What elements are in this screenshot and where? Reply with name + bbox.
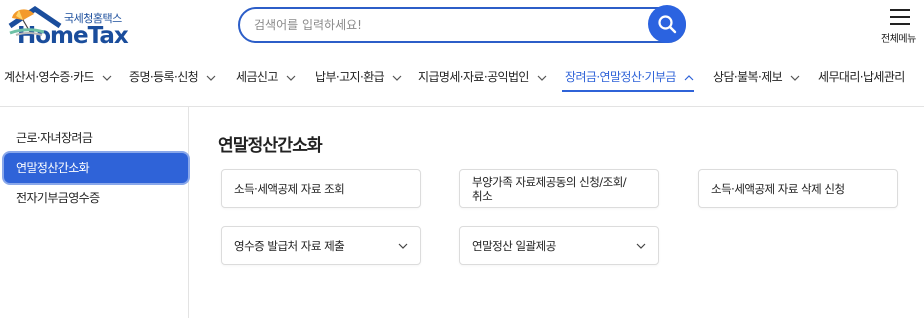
hamburger-icon — [890, 9, 910, 25]
nav-item-tax-return[interactable]: 세금신고 — [236, 68, 296, 85]
chevron-down-icon — [286, 75, 296, 81]
beach-umbrella-icon — [9, 9, 44, 36]
nav-item-tax-agent[interactable]: 세무대리·납세관리 — [818, 68, 905, 85]
sidebar-item-year-end-simplified[interactable]: 연말정산간소화 — [4, 153, 188, 183]
nav-item-label: 세금신고 — [236, 70, 278, 84]
nav-item-label: 계산서·영수증·카드 — [4, 70, 95, 84]
card-label: 영수증 발급처 자료 제출 — [234, 239, 345, 253]
hometax-logo[interactable]: 국세청홈택스 HomeTax — [8, 6, 168, 49]
chevron-up-icon — [684, 74, 694, 80]
chevron-down-icon — [102, 75, 112, 81]
nav-item-payment-statements[interactable]: 지급명세·자료·공익법인 — [418, 68, 547, 85]
nav-item-label: 지급명세·자료·공익법인 — [418, 70, 529, 84]
card-label: 소득·세액공제 자료 삭제 신청 — [711, 182, 845, 196]
search-icon — [658, 15, 677, 34]
sidebar: 근로·자녀장려금 연말정산간소화 전자기부금영수증 — [0, 107, 189, 318]
chevron-down-icon — [398, 243, 408, 249]
nav-item-certificates[interactable]: 증명·등록·신청 — [129, 68, 216, 85]
chevron-down-icon — [537, 75, 547, 81]
chevron-down-icon — [790, 75, 800, 81]
sidebar-item-e-donation-receipt[interactable]: 전자기부금영수증 — [4, 183, 188, 213]
card-label: 연말정산 일괄제공 — [472, 239, 556, 253]
chevron-down-icon — [636, 243, 646, 249]
nav-item-invoices[interactable]: 계산서·영수증·카드 — [4, 68, 112, 85]
card-label: 소득·세액공제 자료 조회 — [234, 182, 345, 196]
nav-item-incentives-year-end[interactable]: 장려금·연말정산·기부금 — [565, 68, 694, 85]
search-button[interactable] — [648, 5, 686, 43]
nav-item-label: 납부·고지·환급 — [315, 70, 385, 84]
card-dependent-consent[interactable]: 부양가족 자료제공동의 신청/조회/ 취소 — [459, 169, 659, 208]
search-input[interactable] — [254, 15, 644, 35]
nav-item-label: 장려금·연말정산·기부금 — [565, 70, 676, 84]
card-bulk-provision[interactable]: 연말정산 일괄제공 — [459, 226, 659, 265]
chevron-down-icon — [392, 75, 402, 81]
nav-item-label: 상담·불복·제보 — [713, 70, 783, 84]
active-nav-indicator — [562, 90, 694, 92]
sidebar-item-work-child-incentive[interactable]: 근로·자녀장려금 — [4, 123, 188, 153]
card-receipt-issuer-submission[interactable]: 영수증 발급처 자료 제출 — [221, 226, 421, 265]
nav-item-consultation[interactable]: 상담·불복·제보 — [713, 68, 800, 85]
full-menu-button[interactable]: 전체메뉴 — [878, 6, 922, 46]
nav-item-label: 증명·등록·신청 — [129, 70, 199, 84]
card-label-line2: 취소 — [472, 189, 493, 203]
nav-item-payment[interactable]: 납부·고지·환급 — [315, 68, 402, 85]
nav-item-label: 세무대리·납세관리 — [818, 70, 905, 84]
card-deduction-data-lookup[interactable]: 소득·세액공제 자료 조회 — [221, 169, 421, 208]
chevron-down-icon — [206, 75, 216, 81]
card-deduction-data-deletion[interactable]: 소득·세액공제 자료 삭제 신청 — [698, 169, 898, 208]
card-label: 부양가족 자료제공동의 신청/조회/ — [472, 175, 627, 189]
search-bar — [238, 7, 686, 43]
main-navigation: 계산서·영수증·카드 증명·등록·신청 세금신고 납부·고지·환급 지급명세·자… — [0, 60, 924, 94]
full-menu-label: 전체메뉴 — [881, 34, 916, 45]
page-title: 연말정산간소화 — [218, 136, 323, 156]
